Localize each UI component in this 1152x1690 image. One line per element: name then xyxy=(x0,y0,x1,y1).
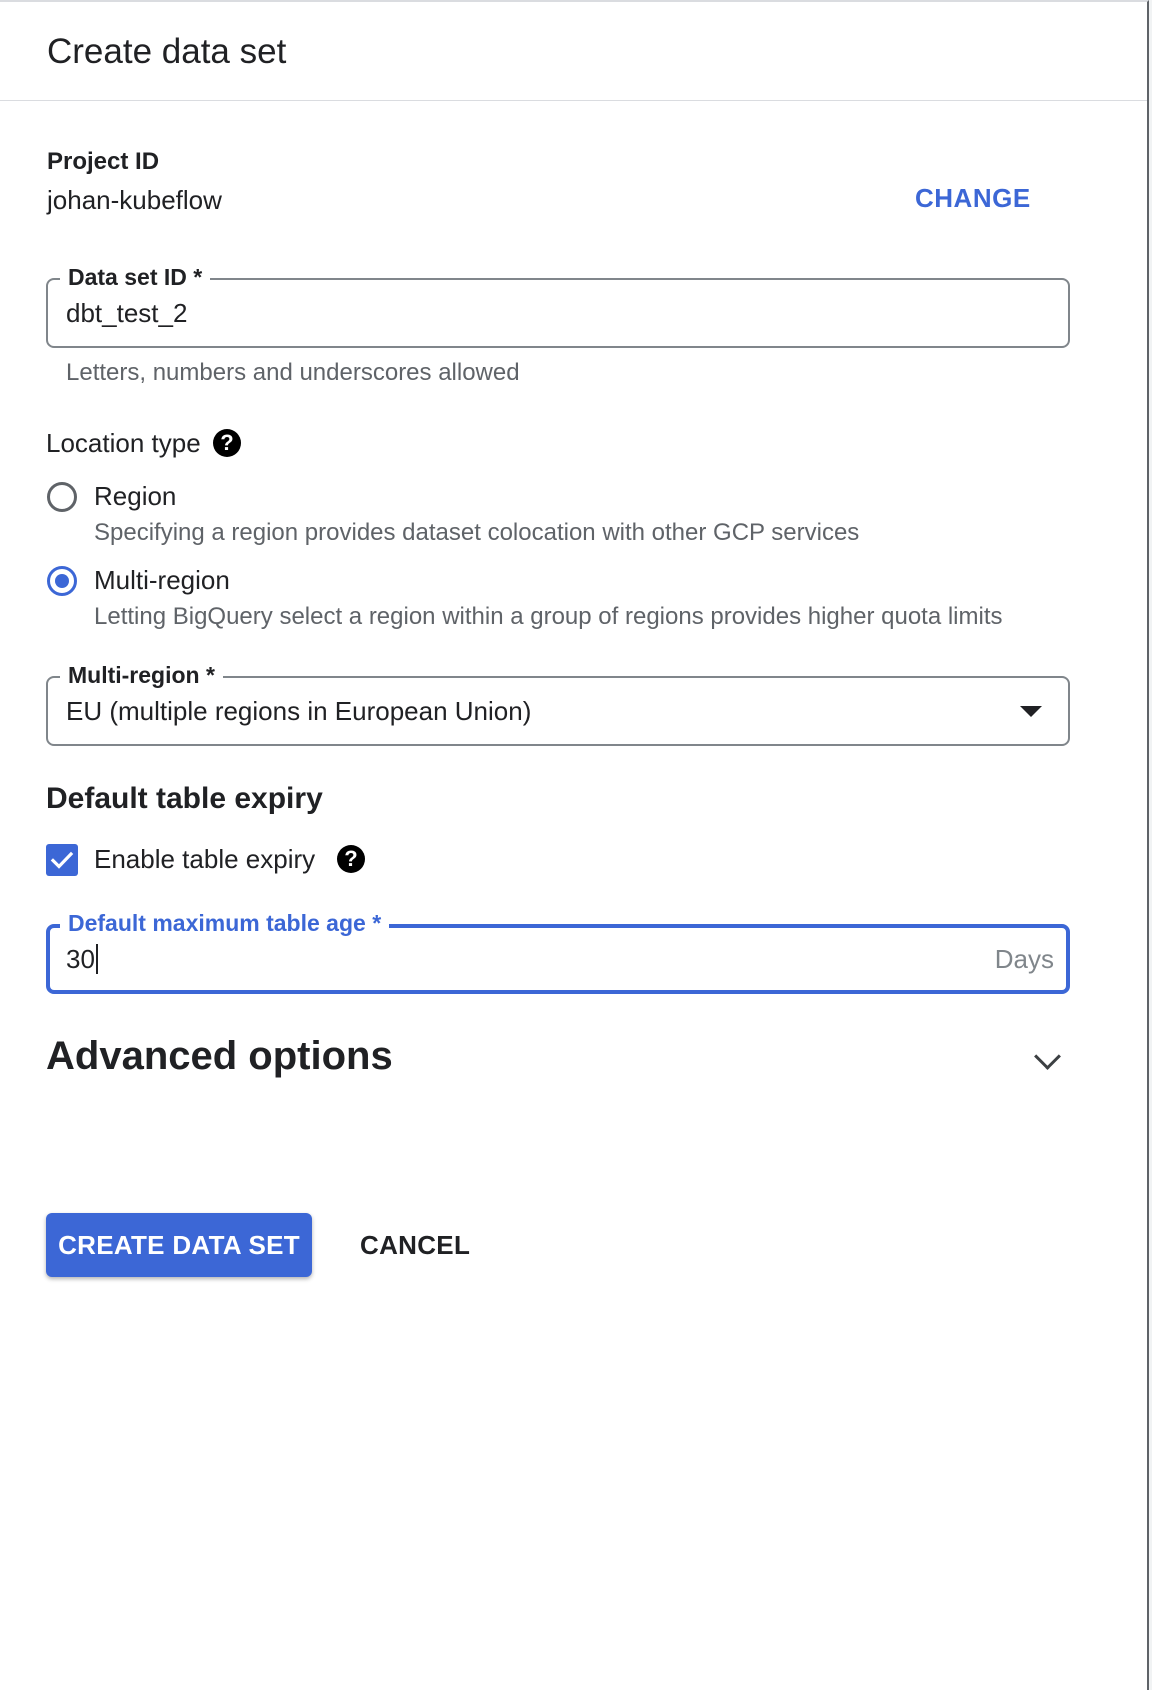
help-icon[interactable]: ? xyxy=(337,845,365,873)
dataset-id-field[interactable]: Data set ID * dbt_test_2 xyxy=(46,263,1070,348)
create-dataset-panel: Create data set Project ID johan-kubeflo… xyxy=(0,0,1149,1690)
dataset-id-hint: Letters, numbers and underscores allowed xyxy=(66,359,520,386)
max-table-age-label: Default maximum table age * xyxy=(60,909,390,937)
dataset-id-label: Data set ID * xyxy=(60,263,211,291)
project-id-value: johan-kubeflow xyxy=(47,185,222,215)
dialog-title: Create data set xyxy=(47,32,287,71)
enable-expiry-label: Enable table expiry xyxy=(94,844,316,874)
max-table-age-input[interactable]: 30 xyxy=(66,943,98,975)
table-expiry-heading: Default table expiry xyxy=(46,782,323,815)
max-table-age-suffix: Days xyxy=(994,944,1054,974)
multi-region-selected-value: EU (multiple regions in European Union) xyxy=(66,696,532,726)
project-id-label: Project ID xyxy=(47,148,160,175)
create-dataset-button[interactable]: CREATE DATA SET xyxy=(46,1213,312,1277)
dialog-header: Create data set xyxy=(0,2,1147,101)
multi-region-radio-description: Letting BigQuery select a region within … xyxy=(94,603,1003,630)
change-project-button[interactable]: CHANGE xyxy=(915,183,1031,214)
region-radio[interactable] xyxy=(47,482,77,512)
chevron-down-icon xyxy=(1034,1043,1061,1070)
cancel-button[interactable]: CANCEL xyxy=(338,1213,492,1277)
location-type-heading: Location type xyxy=(46,428,201,458)
region-radio-description: Specifying a region provides dataset col… xyxy=(94,519,860,546)
max-table-age-field[interactable]: Default maximum table age * 30 Days xyxy=(46,909,1070,994)
dropdown-arrow-icon xyxy=(1020,706,1042,717)
multi-region-select-label: Multi-region * xyxy=(60,661,223,689)
advanced-options-heading: Advanced options xyxy=(46,1034,393,1078)
checkmark-icon xyxy=(50,851,74,869)
region-radio-label: Region xyxy=(94,481,177,511)
dataset-id-input[interactable]: dbt_test_2 xyxy=(66,297,187,329)
multi-region-select[interactable]: Multi-region * EU (multiple regions in E… xyxy=(46,661,1070,746)
advanced-options-toggle[interactable]: Advanced options xyxy=(46,1032,1070,1092)
multi-region-radio-label: Multi-region xyxy=(94,565,230,595)
help-icon[interactable]: ? xyxy=(213,429,241,457)
multi-region-radio[interactable] xyxy=(47,566,77,596)
enable-expiry-checkbox[interactable] xyxy=(46,844,78,876)
